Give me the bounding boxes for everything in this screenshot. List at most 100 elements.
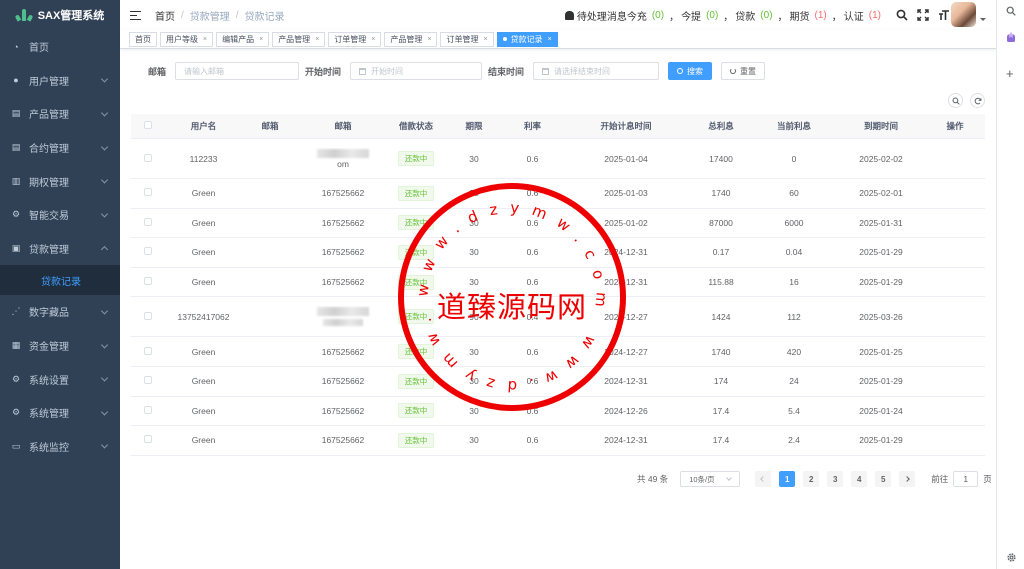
app-logo[interactable]: SAX管理系统	[0, 0, 120, 30]
cell-term: 30	[469, 435, 479, 446]
font-size-icon[interactable]	[938, 9, 950, 21]
select-all-cell	[131, 121, 165, 131]
notice-separator: ，	[777, 11, 788, 23]
close-icon[interactable]: ×	[315, 36, 319, 43]
column-header: 到期时间	[863, 121, 898, 131]
cell-due: 2025-02-02	[859, 153, 903, 164]
cell-due: 2025-01-29	[859, 247, 903, 258]
goto-page-input[interactable]: 1	[953, 471, 979, 487]
email-input[interactable]: 请输入邮箱	[175, 62, 300, 80]
toggle-search-button[interactable]	[948, 93, 963, 108]
row-checkbox[interactable]	[144, 405, 152, 414]
close-icon[interactable]: ×	[203, 36, 207, 43]
fullscreen-icon[interactable]	[917, 9, 929, 21]
notice-item-label[interactable]: 贷款	[735, 8, 755, 23]
page-button[interactable]: 5	[875, 471, 892, 487]
page-size-value: 10条/页	[689, 474, 715, 484]
close-icon[interactable]: ×	[371, 36, 375, 43]
breadcrumb: 首页 / 贷款管理 / 贷款记录	[155, 8, 285, 23]
row-checkbox[interactable]	[144, 188, 152, 197]
sidebar-item[interactable]: ⚙ 系统管理	[0, 396, 120, 430]
hamburger-icon[interactable]	[130, 10, 141, 20]
cell-status: 还款中	[388, 432, 444, 448]
sidebar-item[interactable]: ◔ 首页	[0, 30, 120, 64]
row-checkbox[interactable]	[144, 346, 152, 355]
tab-4[interactable]: 订单管理 ×	[328, 31, 382, 47]
start-time-picker[interactable]: 开始时间	[350, 62, 483, 80]
row-select-cell	[131, 435, 165, 445]
tab-3[interactable]: 产品管理 ×	[272, 31, 326, 47]
sidebar-item[interactable]: ⚙ 系统设置	[0, 362, 120, 396]
next-page-button[interactable]	[899, 471, 916, 487]
reset-button[interactable]: 重置	[721, 62, 766, 80]
avatar[interactable]	[951, 2, 976, 27]
row-checkbox[interactable]	[144, 376, 152, 385]
row-checkbox[interactable]	[144, 311, 152, 320]
tab-label: 编辑产品	[222, 34, 255, 44]
notice-item-label[interactable]: 期货	[790, 8, 810, 23]
refresh-table-button[interactable]	[970, 93, 985, 108]
notice-count: (1)	[868, 9, 881, 21]
page-numbers: 12345	[771, 471, 892, 487]
row-checkbox[interactable]	[144, 217, 152, 226]
column-header: 借款状态	[398, 121, 433, 131]
tab-2[interactable]: 编辑产品 ×	[216, 31, 270, 47]
prev-page-button[interactable]	[755, 471, 772, 487]
caret-down-icon[interactable]	[980, 18, 986, 21]
sidebar-subitem-loan-records[interactable]: 贷款记录	[0, 265, 120, 296]
notice-item-label[interactable]: 今提	[681, 8, 701, 23]
tab-5[interactable]: 产品管理 ×	[384, 31, 438, 47]
close-icon[interactable]: ×	[548, 36, 552, 43]
row-checkbox[interactable]	[144, 277, 152, 286]
table-row[interactable]: Green 167525662 还款中 30 0.6 2024-12-31 17.4 2.4 2…	[131, 426, 985, 456]
notice-item-label[interactable]: 认证	[844, 8, 864, 23]
page-button[interactable]: 4	[851, 471, 868, 487]
sidebar-item[interactable]: ▦ 资金管理	[0, 329, 120, 363]
plus-icon[interactable]: +	[1006, 66, 1014, 81]
table-row[interactable]: 112233 om 还款中 30 0.6 2025-01-04 17400 0 2025-02-…	[131, 139, 985, 179]
tab-label: 首页	[135, 34, 151, 44]
row-checkbox[interactable]	[144, 247, 152, 256]
tab-7[interactable]: 贷款记录 ×	[496, 31, 558, 47]
extension-icon[interactable]	[1006, 31, 1016, 46]
tab-0[interactable]: 首页	[129, 31, 157, 47]
tab-6[interactable]: 订单管理 ×	[440, 31, 494, 47]
page-button[interactable]: 2	[803, 471, 820, 487]
cell-current: 0.04	[785, 247, 803, 258]
close-icon[interactable]: ×	[483, 36, 487, 43]
page-button[interactable]: 3	[827, 471, 844, 487]
sidebar-item[interactable]: ▤ 合约管理	[0, 131, 120, 165]
row-checkbox[interactable]	[144, 435, 152, 444]
tab-1[interactable]: 用户等级 ×	[160, 31, 214, 47]
page-size-select[interactable]: 10条/页	[680, 471, 741, 487]
sidebar-item[interactable]: ● 用户管理	[0, 64, 120, 98]
select-all-checkbox[interactable]	[144, 121, 152, 129]
search-icon[interactable]	[896, 9, 908, 21]
cell-email2	[298, 306, 388, 328]
cell-due: 2025-01-31	[859, 217, 903, 228]
breadcrumb-home[interactable]: 首页	[155, 8, 175, 23]
close-icon[interactable]: ×	[259, 36, 263, 43]
search-button[interactable]: 搜索	[668, 62, 713, 80]
sidebar-item[interactable]: ▣ 贷款管理	[0, 232, 120, 266]
cell-rate: 0.6	[526, 435, 539, 446]
sidebar-item[interactable]: ▤ 产品管理	[0, 97, 120, 131]
end-time-picker[interactable]: 请选择结束时间	[533, 62, 660, 80]
notice-count: (1)	[814, 9, 827, 21]
sidebar-item[interactable]: ⚙ 智能交易	[0, 198, 120, 232]
page-button[interactable]: 1	[779, 471, 796, 487]
sidebar-item[interactable]: ⋰ 数字藏品	[0, 295, 120, 329]
close-icon[interactable]: ×	[427, 36, 431, 43]
sidebar-item[interactable]: ▭ 系统监控	[0, 430, 120, 464]
logo-icon	[14, 9, 33, 22]
page-jumper: 前往 1 页	[931, 471, 992, 487]
end-time-placeholder: 请选择结束时间	[554, 66, 611, 76]
cell-total: 1740	[711, 346, 731, 357]
notice-item-label[interactable]: 今充	[627, 8, 647, 23]
cell-username: 112233	[189, 153, 218, 164]
search-button-label: 搜索	[687, 66, 704, 76]
search-icon[interactable]	[1006, 6, 1016, 19]
row-checkbox[interactable]	[144, 153, 152, 162]
settings-gear-icon[interactable]	[1006, 552, 1017, 566]
sidebar-item[interactable]: ▥ 期权管理	[0, 164, 120, 198]
